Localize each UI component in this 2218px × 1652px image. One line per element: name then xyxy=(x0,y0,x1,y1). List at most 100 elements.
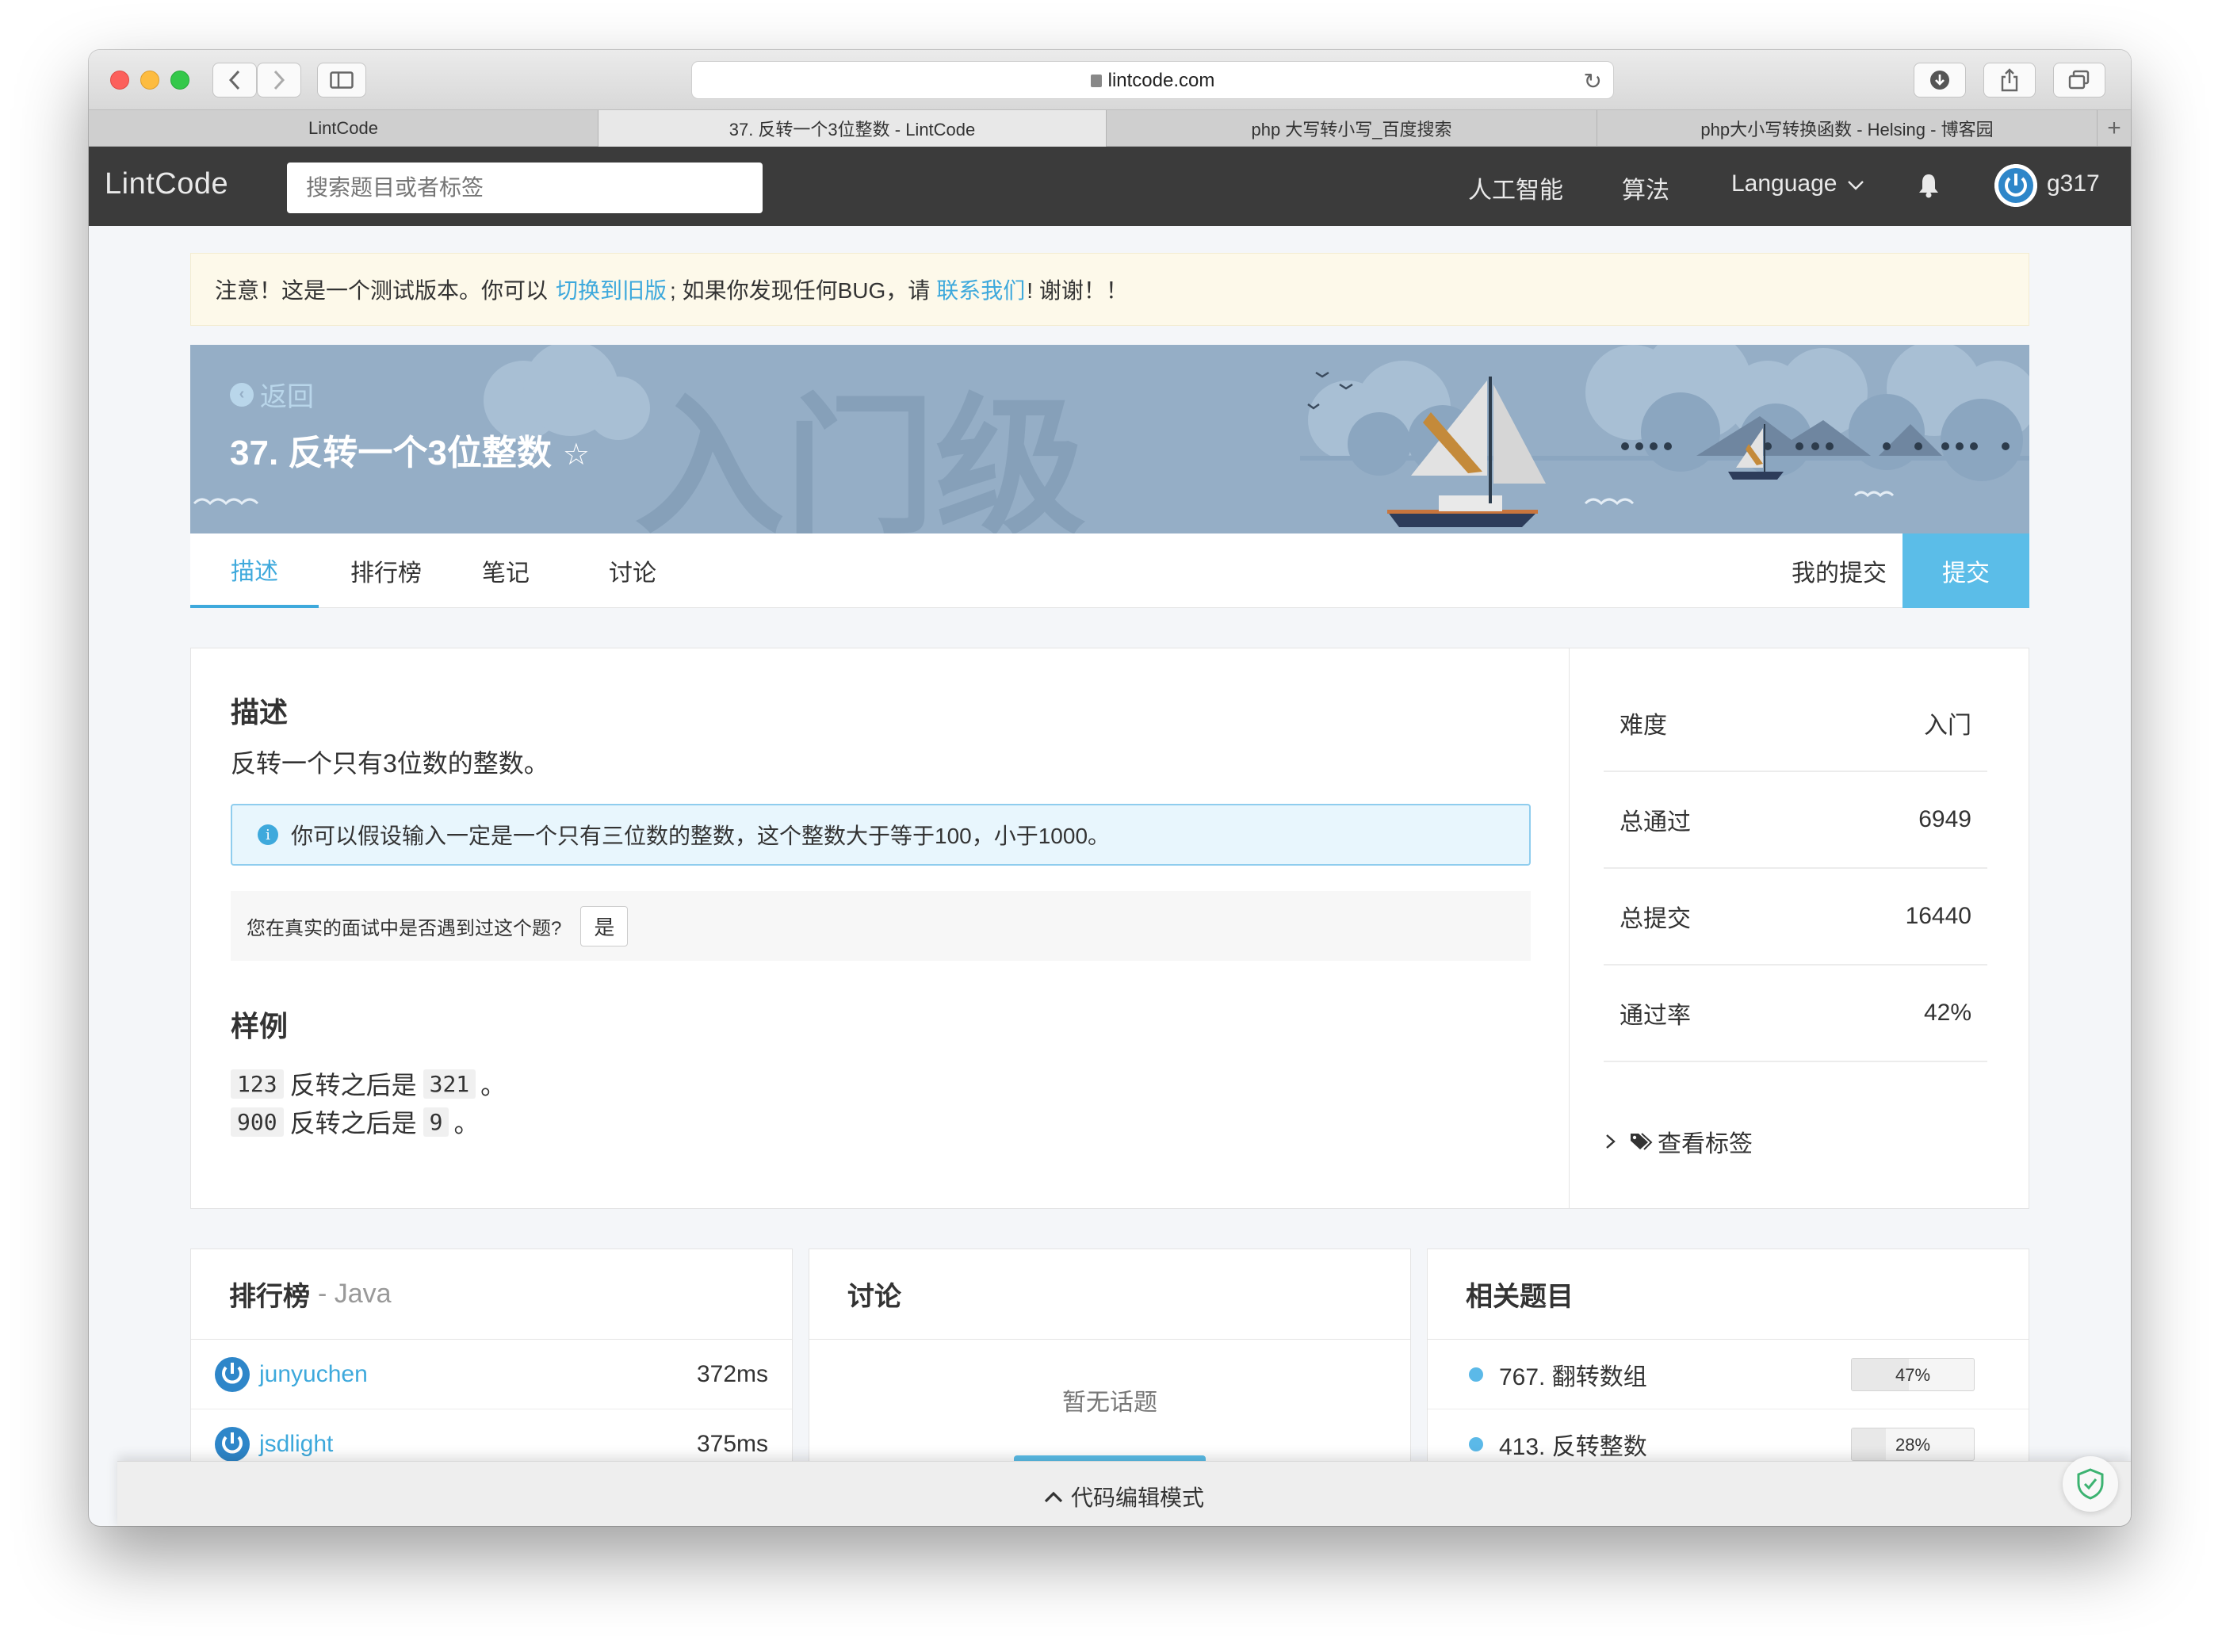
ranking-username: junyuchen xyxy=(259,1360,368,1387)
back-link[interactable]: ‹ 返回 xyxy=(230,375,314,414)
interview-question: 您在真实的面试中是否遇到过这个题? 是 xyxy=(231,891,1531,961)
stat-value: 入门 xyxy=(1924,713,1971,739)
sidebar-icon xyxy=(330,71,354,89)
tab-discussion[interactable]: 讨论 xyxy=(588,533,677,608)
download-icon xyxy=(1930,71,1949,90)
example-mid: 反转之后是 xyxy=(289,1109,417,1138)
minimize-window-button[interactable] xyxy=(140,71,159,90)
chevron-left-icon xyxy=(228,70,240,90)
security-extension-button[interactable] xyxy=(2063,1456,2118,1512)
address-bar[interactable]: lintcode.com ↻ xyxy=(691,61,1614,99)
chevron-down-icon xyxy=(1847,181,1864,190)
stat-label: 通过率 xyxy=(1620,1003,1691,1029)
stat-total-accepted: 总通过 6949 xyxy=(1604,772,1987,869)
stat-value: 16440 xyxy=(1905,903,1971,929)
user-avatar xyxy=(215,1426,250,1462)
chevron-right-icon xyxy=(1606,1134,1616,1149)
tab-description[interactable]: 描述 xyxy=(190,533,319,608)
switch-old-version-link[interactable]: 切换到旧版 xyxy=(556,273,667,305)
banner-watermark: 入门级 xyxy=(634,380,1086,533)
bullet-dot xyxy=(1469,1367,1483,1382)
my-submissions-link[interactable]: 我的提交 xyxy=(1776,533,1903,608)
example-input: 900 xyxy=(231,1107,284,1137)
avatar[interactable] xyxy=(1994,164,2037,207)
tab-ranking[interactable]: 排行榜 xyxy=(336,533,436,608)
example-line: 900 反转之后是 9 。 xyxy=(231,1103,479,1140)
browser-tab[interactable]: LintCode xyxy=(89,110,598,147)
problem-tabs: 描述 排行榜 笔记 讨论 我的提交 提交 xyxy=(190,533,2029,608)
close-window-button[interactable] xyxy=(110,71,129,90)
nav-ai[interactable]: 人工智能 xyxy=(1468,170,1563,205)
stat-value: 42% xyxy=(1923,1000,1971,1026)
tabs-overview-button[interactable] xyxy=(2053,63,2105,98)
example-line: 123 反转之后是 321 。 xyxy=(231,1065,506,1102)
lock-icon xyxy=(1090,75,1102,87)
downloads-button[interactable] xyxy=(1914,63,1966,98)
shield-check-icon xyxy=(2077,1468,2104,1500)
acceptance-bar: 28% xyxy=(1851,1427,1975,1461)
share-button[interactable] xyxy=(1983,63,2036,98)
related-problem-name[interactable]: 767. 翻转数组 xyxy=(1499,1357,1647,1392)
stat-label: 总提交 xyxy=(1620,906,1691,932)
view-tags-toggle[interactable]: 查看标签 xyxy=(1605,1124,1753,1159)
ranking-language: - Java xyxy=(318,1279,392,1309)
browser-tab-active[interactable]: 37. 反转一个3位整数 - LintCode xyxy=(598,110,1107,147)
ranking-row: junyuchen 372ms xyxy=(191,1340,792,1409)
submit-button[interactable]: 提交 xyxy=(1903,533,2029,608)
sidebar-toggle-button[interactable] xyxy=(317,63,366,98)
ranking-time: 375ms xyxy=(696,1430,768,1457)
search-input[interactable] xyxy=(287,163,763,213)
ranking-card-title: 排行榜 xyxy=(229,1282,310,1312)
url-text: lintcode.com xyxy=(1107,70,1215,91)
info-text: 你可以假设输入一定是一个只有三位数的整数，这个整数大于等于100，小于1000。 xyxy=(291,824,1111,848)
back-nav-button[interactable] xyxy=(212,63,257,98)
acceptance-bar: 47% xyxy=(1851,1357,1975,1391)
discussion-card: 讨论 暂无话题 xyxy=(809,1249,1411,1486)
info-icon: i xyxy=(258,824,278,845)
notice-prefix: 注意！这是一个测试版本。你可以 xyxy=(215,278,549,303)
example-end: 。 xyxy=(453,1109,480,1138)
stat-difficulty: 难度 入门 xyxy=(1604,675,1987,772)
browser-titlebar: lintcode.com ↻ xyxy=(89,50,2131,110)
star-icon[interactable]: ☆ xyxy=(563,438,590,472)
discussion-card-title: 讨论 xyxy=(847,1282,901,1312)
view-tags-label: 查看标签 xyxy=(1658,1131,1753,1157)
reload-icon[interactable]: ↻ xyxy=(1584,68,1602,94)
acceptance-rate: 28% xyxy=(1895,1434,1931,1455)
related-problem-row[interactable]: 767. 翻转数组 47% xyxy=(1428,1340,2029,1409)
related-problem-name[interactable]: 413. 反转整数 xyxy=(1499,1427,1647,1462)
browser-tab[interactable]: php大小写转换函数 - Helsing - 博客园 xyxy=(1597,110,2098,147)
related-card-header: 相关题目 xyxy=(1428,1249,2029,1340)
forward-nav-button[interactable] xyxy=(257,63,301,98)
acceptance-rate: 47% xyxy=(1895,1364,1931,1385)
ranking-username: jsdlight xyxy=(259,1430,334,1457)
discussion-card-header: 讨论 xyxy=(809,1249,1410,1340)
problem-title-text: 37. 反转一个3位整数 xyxy=(230,434,552,472)
zoom-window-button[interactable] xyxy=(170,71,189,90)
tab-notes[interactable]: 笔记 xyxy=(461,533,550,608)
ranking-user-link[interactable]: jsdlight xyxy=(213,1425,333,1463)
code-editor-label: 代码编辑模式 xyxy=(1070,1485,1204,1510)
related-problems-card: 相关题目 767. 翻转数组 47% 413. 反转整数 28% xyxy=(1427,1249,2029,1486)
new-tab-button[interactable]: + xyxy=(2098,110,2131,146)
ranking-card-header: 排行榜 - Java xyxy=(191,1249,792,1340)
problem-panel: 描述 反转一个只有3位数的整数。 i 你可以假设输入一定是一个只有三位数的整数，… xyxy=(190,648,2029,1209)
code-editor-toggle[interactable]: 代码编辑模式 xyxy=(117,1461,2131,1526)
language-dropdown[interactable]: Language xyxy=(1731,170,1864,197)
info-box: i 你可以假设输入一定是一个只有三位数的整数，这个整数大于等于100，小于100… xyxy=(231,804,1531,866)
bell-icon[interactable] xyxy=(1917,172,1941,199)
back-label: 返回 xyxy=(260,382,314,412)
share-icon xyxy=(2001,68,2018,92)
nav-algorithm[interactable]: 算法 xyxy=(1622,170,1669,205)
contact-us-link[interactable]: 联系我们 xyxy=(936,273,1025,305)
notice-middle: ; 如果你发现任何BUG，请 xyxy=(670,278,931,303)
ranking-user-link[interactable]: junyuchen xyxy=(213,1356,368,1394)
notice-suffix: ! 谢谢！！ xyxy=(1027,278,1128,303)
lintcode-logo[interactable]: LintCode xyxy=(105,167,228,201)
browser-tab[interactable]: php 大写转小写_百度搜索 xyxy=(1107,110,1597,147)
back-circle-icon: ‹ xyxy=(230,382,254,407)
example-heading: 样例 xyxy=(231,1010,289,1042)
username[interactable]: g317 xyxy=(2047,170,2100,197)
language-label: Language xyxy=(1731,170,1837,197)
interview-yes-button[interactable]: 是 xyxy=(580,905,629,946)
